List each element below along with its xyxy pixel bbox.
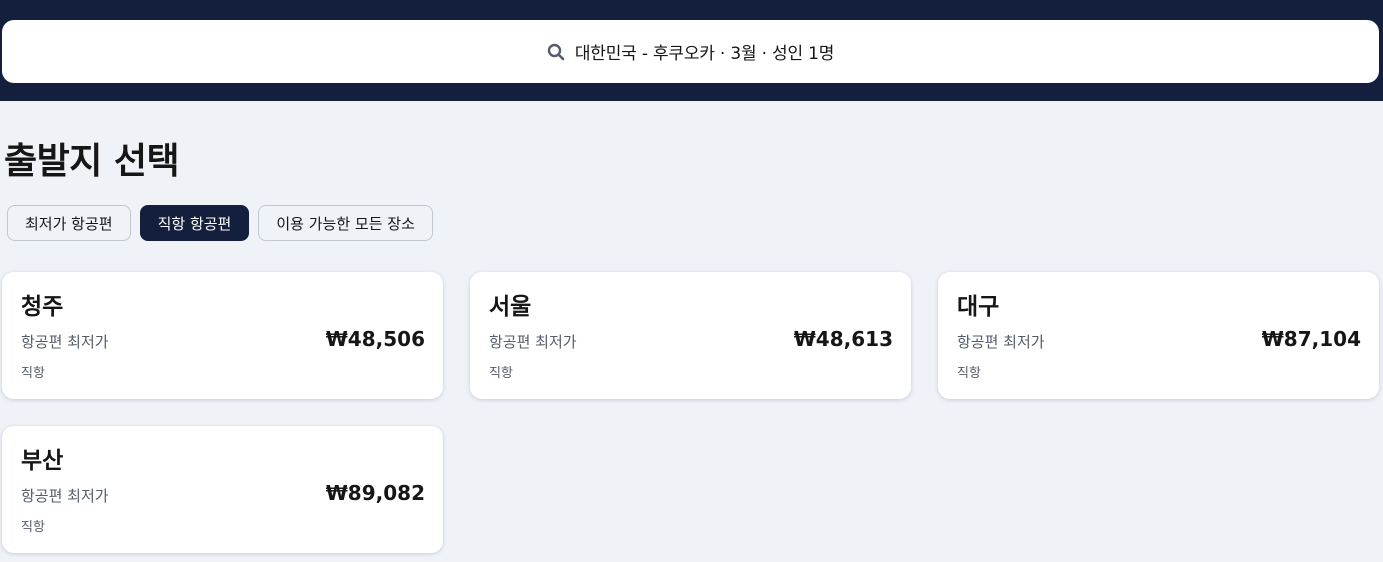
search-summary-text: 대한민국 - 후쿠오카 · 3월 · 성인 1명 [574, 44, 835, 64]
card-price-label: 항공편 최저가 [489, 333, 577, 351]
card-price: ₩48,613 [793, 327, 893, 351]
destination-card-seoul[interactable]: 서울 항공편 최저가 ₩48,613 직항 [470, 272, 911, 399]
filter-chip-all-places[interactable]: 이용 가능한 모든 장소 [258, 205, 433, 241]
filter-chip-direct[interactable]: 직항 항공편 [139, 205, 250, 241]
card-price-label: 항공편 최저가 [957, 333, 1045, 351]
destination-card-busan[interactable]: 부산 항공편 최저가 ₩89,082 직항 [2, 426, 443, 553]
card-price-label: 항공편 최저가 [21, 487, 109, 505]
card-city: 청주 [21, 294, 64, 320]
card-city: 부산 [21, 448, 64, 474]
card-city: 대구 [957, 294, 1000, 320]
card-price-label: 항공편 최저가 [21, 333, 109, 351]
card-price: ₩89,082 [325, 481, 425, 505]
card-price: ₩48,506 [325, 327, 425, 351]
page-title: 출발지 선택 [4, 141, 180, 182]
card-flight-type: 직항 [957, 366, 981, 381]
search-summary-button[interactable]: 대한민국 - 후쿠오카 · 3월 · 성인 1명 [2, 20, 1379, 83]
top-bar: 대한민국 - 후쿠오카 · 3월 · 성인 1명 [0, 0, 1383, 101]
filter-chip-cheapest[interactable]: 최저가 항공편 [7, 205, 131, 241]
card-price: ₩87,104 [1261, 327, 1361, 351]
card-flight-type: 직항 [489, 366, 513, 381]
destination-card-cheongju[interactable]: 청주 항공편 최저가 ₩48,506 직항 [2, 272, 443, 399]
destination-card-daegu[interactable]: 대구 항공편 최저가 ₩87,104 직항 [938, 272, 1379, 399]
card-city: 서울 [489, 294, 532, 320]
card-flight-type: 직항 [21, 366, 45, 381]
card-flight-type: 직항 [21, 520, 45, 535]
search-icon [547, 43, 565, 61]
filter-chip-group: 최저가 항공편 직항 항공편 이용 가능한 모든 장소 [7, 205, 433, 241]
